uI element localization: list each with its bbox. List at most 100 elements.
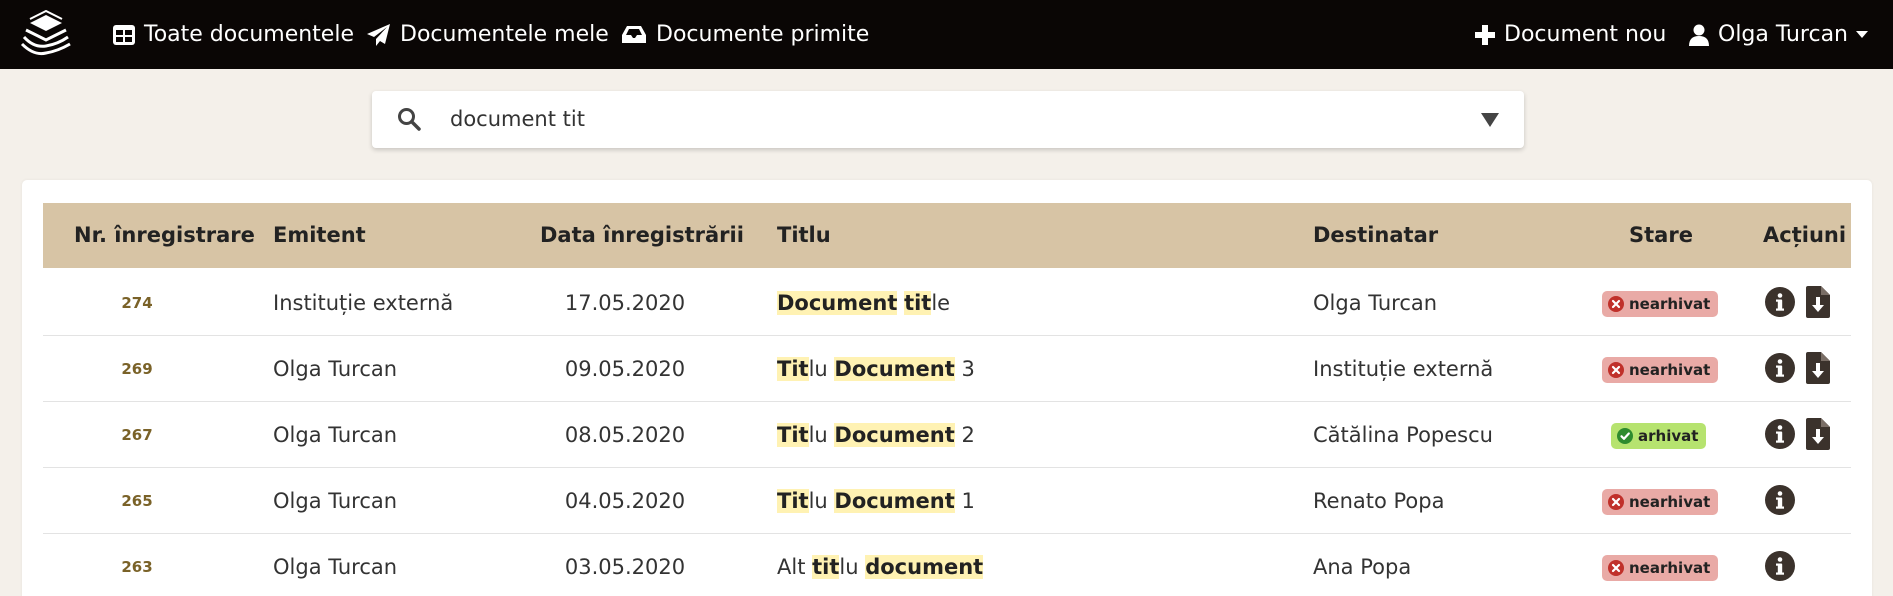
title-highlight: tit [904,291,932,315]
title-highlight: Document [777,291,898,315]
registration-number[interactable]: 274 [121,270,152,336]
status-label: nearhivat [1629,361,1711,379]
document-title[interactable]: Titlu Document 3 [777,336,975,402]
registration-number[interactable]: 265 [121,468,152,534]
title-text: lu [808,357,835,381]
title-highlight: Document [834,423,955,447]
table-row[interactable]: 274 Instituție externă 17.05.2020 Document … [43,270,1851,336]
registration-date: 09.05.2020 [564,357,686,381]
new-document-button[interactable]: Document nou [1475,0,1666,69]
document-title[interactable]: Titlu Document 2 [777,402,975,468]
title-text: Alt [777,555,813,579]
status-label: nearhivat [1629,559,1711,577]
registration-date: 08.05.2020 [564,423,686,447]
status-badge: nearhivat [1602,555,1719,581]
plus-icon [1475,24,1495,45]
document-title[interactable]: Document title [777,270,950,336]
issuer: Olga Turcan [273,489,398,513]
header-status[interactable]: Stare [1629,203,1693,268]
issuer: Instituție externă [273,291,454,315]
table-icon [113,24,135,45]
registration-date: 17.05.2020 [564,291,686,315]
registration-number[interactable]: 263 [121,534,152,596]
search-filter-dropdown-icon[interactable] [1481,113,1499,127]
nav-my-documents[interactable]: Documentele mele [367,0,609,69]
title-text: 1 [954,489,975,513]
registration-date: 03.05.2020 [564,555,686,579]
title-highlight: Tit [777,357,809,381]
registration-number[interactable]: 269 [121,336,152,402]
title-text: 2 [954,423,975,447]
header-date[interactable]: Data înregistrării [540,203,744,268]
status-label: nearhivat [1629,295,1711,313]
status-label: nearhivat [1629,493,1711,511]
header-number[interactable]: Nr. înregistrare [74,203,255,268]
title-text: lu [808,423,835,447]
caret-down-icon [1856,31,1868,38]
recipient: Ana Popa [1313,555,1412,579]
file-download-icon[interactable] [1806,352,1830,388]
title-highlight: tit [812,555,840,579]
table-row[interactable]: 263 Olga Turcan 03.05.2020 Alt titlu docume… [43,534,1851,596]
title-highlight: Tit [777,489,809,513]
status-badge: nearhivat [1602,489,1719,515]
file-download-icon[interactable] [1806,418,1830,454]
stacked-papers-logo-icon[interactable] [20,9,72,56]
new-document-label: Document nou [1504,22,1667,47]
nav-all-documents[interactable]: Toate documentele [113,0,354,69]
check-circle-icon [1617,428,1633,444]
title-highlight: Document [834,489,955,513]
table-header: Nr. înregistrare Emitent Data înregistră… [43,203,1851,268]
issuer: Olga Turcan [273,357,398,381]
title-highlight: document [865,555,984,579]
table-row[interactable]: 269 Olga Turcan 09.05.2020 Titlu Document 3… [43,336,1851,402]
header-recipient[interactable]: Destinatar [1313,203,1438,268]
title-highlight: Tit [777,423,809,447]
inbox-icon [622,25,646,43]
table-row[interactable]: 267 Olga Turcan 08.05.2020 Titlu Document 2… [43,402,1851,468]
info-icon[interactable] [1765,353,1795,387]
info-icon[interactable] [1765,551,1795,585]
times-circle-icon [1608,362,1624,378]
title-text: lu [839,555,866,579]
file-download-icon[interactable] [1806,286,1830,322]
title-highlight: Document [834,357,955,381]
user-name: Olga Turcan [1718,22,1848,47]
status-badge: nearhivat [1602,357,1719,383]
title-text: lu [808,489,835,513]
nav-received-documents-label: Documente primite [656,22,870,47]
title-text: 3 [954,357,975,381]
info-icon[interactable] [1765,419,1795,453]
top-navbar: Toate documentele Documentele mele Docum… [0,0,1893,69]
document-title[interactable]: Titlu Document 1 [777,468,975,534]
recipient: Olga Turcan [1313,291,1438,315]
info-icon[interactable] [1765,485,1795,519]
info-icon[interactable] [1765,287,1795,321]
paper-plane-icon [367,23,390,46]
status-label: arhivat [1638,427,1699,445]
user-menu-toggle[interactable]: Olga Turcan [1689,0,1868,69]
header-actions: Acțiuni [1763,223,1847,247]
registration-date: 04.05.2020 [564,489,686,513]
table-row[interactable]: 265 Olga Turcan 04.05.2020 Titlu Document 1… [43,468,1851,534]
issuer: Olga Turcan [273,423,398,447]
times-circle-icon [1608,560,1624,576]
recipient: Instituție externă [1313,357,1494,381]
search-icon [398,108,421,131]
user-icon [1689,24,1709,46]
times-circle-icon [1608,296,1624,312]
status-badge: arhivat [1611,423,1707,449]
nav-my-documents-label: Documentele mele [400,22,609,47]
nav-received-documents[interactable]: Documente primite [621,0,869,69]
header-title[interactable]: Titlu [777,203,831,268]
recipient: Renato Popa [1313,489,1445,513]
issuer: Olga Turcan [273,555,398,579]
registration-number[interactable]: 267 [121,402,152,468]
document-search-box [372,91,1524,148]
header-issuer[interactable]: Emitent [273,203,366,268]
document-title[interactable]: Alt titlu document [777,534,984,596]
recipient: Cătălina Popescu [1313,423,1493,447]
title-text: le [931,291,951,315]
search-input[interactable] [450,99,1450,139]
nav-all-documents-label: Toate documentele [144,22,354,47]
